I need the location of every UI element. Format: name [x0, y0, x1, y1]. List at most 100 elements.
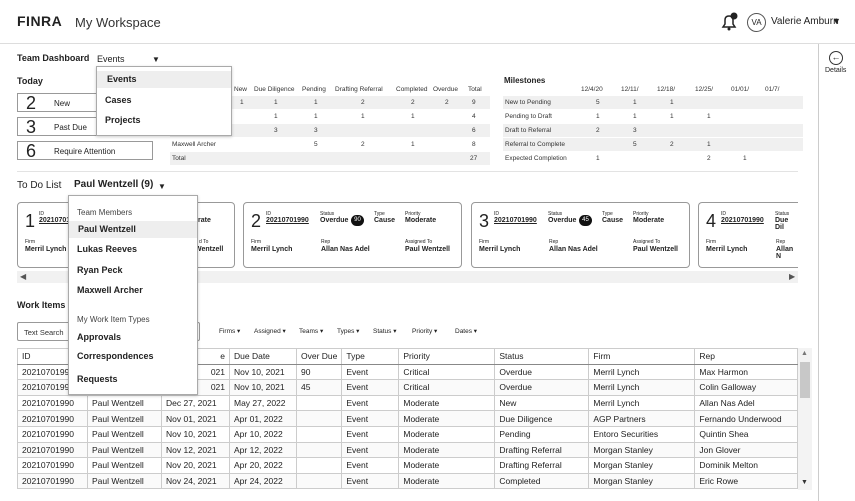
- chevron-down-icon[interactable]: ▼: [158, 182, 166, 191]
- divider: [17, 171, 798, 172]
- table-cell: [295, 410, 343, 427]
- card-priority: Moderate: [405, 217, 437, 224]
- table-cell: Apr 12, 2022: [229, 441, 297, 459]
- scroll-right-icon[interactable]: ▶: [789, 272, 795, 281]
- overdue-badge: 90: [351, 215, 364, 226]
- arrow-left-circle-icon[interactable]: ←: [829, 51, 843, 65]
- table-cell: Eric Rowe: [694, 472, 798, 490]
- cell: 2: [411, 99, 415, 106]
- col-header[interactable]: Over Due: [295, 348, 343, 365]
- table-cell: 20210701990: [17, 410, 88, 427]
- dashboard-type-menu: Events Cases Projects: [96, 66, 232, 136]
- filter-firms[interactable]: Firms ▾: [219, 327, 240, 335]
- user-name[interactable]: Valerie Amburn: [771, 16, 839, 27]
- chevron-down-icon[interactable]: ▼: [152, 55, 160, 64]
- filter-assigned[interactable]: Assigned ▾: [254, 327, 286, 335]
- table-row[interactable]: 20210701990 Paul Wentzell Nov 10, 2021 Apr …: [17, 425, 798, 443]
- table-row[interactable]: 20210701990 Paul Wentzell Nov 20, 2021 Apr …: [17, 457, 798, 474]
- milestone-label: Referral to Complete: [505, 141, 565, 148]
- table-cell: Paul Wentzell: [87, 410, 162, 427]
- menu-item-events[interactable]: Events: [97, 71, 231, 88]
- member-lukas-reeves[interactable]: Lukas Reeves: [77, 244, 137, 254]
- table-row[interactable]: 20210701990 Paul Wentzell Dec 27, 2021 May …: [17, 394, 798, 412]
- cell: 1: [314, 99, 318, 106]
- cell: 2: [707, 155, 711, 162]
- avatar[interactable]: VA: [747, 13, 766, 32]
- col-header: Completed: [396, 86, 428, 93]
- menu-item-cases[interactable]: Cases: [105, 95, 132, 105]
- col-header[interactable]: Status: [494, 348, 590, 365]
- chevron-down-icon[interactable]: ▼: [832, 16, 841, 26]
- cell: 9: [472, 99, 476, 106]
- dashboard-type-select[interactable]: Events: [97, 54, 125, 64]
- member-paul-wentzell[interactable]: Paul Wentzell: [69, 221, 197, 238]
- today-label: New: [54, 99, 71, 108]
- type-correspondences[interactable]: Correspondences: [77, 351, 154, 361]
- filter-dates[interactable]: Dates ▾: [455, 327, 477, 335]
- todo-card[interactable]: 2 ID 20210701990 Status Overdue 90 Type …: [243, 202, 462, 268]
- card-assigned: Wentzell: [195, 246, 224, 253]
- card-rep: Allan Nas Adel: [321, 246, 370, 253]
- brand-logo[interactable]: FINRA: [17, 13, 62, 29]
- scroll-down-icon[interactable]: ▼: [801, 479, 808, 486]
- table-scroll-thumb[interactable]: [800, 362, 810, 398]
- col-header[interactable]: Firm: [588, 348, 696, 365]
- col-header[interactable]: Due Date: [229, 348, 297, 365]
- table-row[interactable]: 20210701990 Paul Wentzell Nov 01, 2021 Apr …: [17, 410, 798, 427]
- col-header[interactable]: Priority: [398, 348, 496, 365]
- details-label[interactable]: Details: [825, 67, 846, 74]
- table-cell: Due Diligence: [494, 410, 590, 427]
- table-cell: Overdue: [494, 379, 590, 396]
- member-maxwell-archer[interactable]: Maxwell Archer: [77, 285, 143, 295]
- table-cell: Paul Wentzell: [87, 394, 162, 412]
- filter-priority[interactable]: Priority ▾: [412, 327, 437, 335]
- milestones-title: Milestones: [504, 76, 546, 85]
- col-header[interactable]: Type: [341, 348, 400, 365]
- table-cell: [295, 457, 343, 474]
- table-cell: Nov 24, 2021: [161, 472, 230, 490]
- table-row[interactable]: 20210701990 Paul Wentzell Nov 24, 2021 Apr …: [17, 472, 798, 490]
- table-cell: [295, 394, 343, 412]
- table-cell: Quintin Shea: [694, 425, 798, 443]
- members-header: Team Members: [77, 208, 133, 217]
- member-ryan-peck[interactable]: Ryan Peck: [77, 265, 123, 275]
- cell: 2: [670, 141, 674, 148]
- todo-card[interactable]: 4 ID 20210701990 Status Due Dil Firm Mer…: [698, 202, 798, 268]
- todo-member-select[interactable]: Paul Wentzell (9): [74, 179, 153, 190]
- col-header: New: [234, 86, 248, 93]
- table-cell: Moderate: [398, 410, 496, 427]
- table-row[interactable]: 20210701990 Paul Wentzell Nov 12, 2021 Apr …: [17, 441, 798, 459]
- card-label: Firm: [706, 239, 716, 245]
- cell: 1: [633, 113, 637, 120]
- menu-item-projects[interactable]: Projects: [105, 115, 141, 125]
- card-firm: Merril Lynch: [251, 246, 293, 253]
- scroll-up-icon[interactable]: ▲: [801, 350, 808, 357]
- filter-teams[interactable]: Teams ▾: [299, 327, 323, 335]
- card-id-link[interactable]: 20210701990: [494, 217, 537, 224]
- col-header[interactable]: Rep: [694, 348, 798, 365]
- type-requests[interactable]: Requests: [77, 374, 118, 384]
- card-priority: Moderate: [633, 217, 665, 224]
- cell: 1: [274, 99, 278, 106]
- todo-card[interactable]: 3 ID 20210701990 Status Overdue 45 Type …: [471, 202, 690, 268]
- cell: 1: [314, 113, 318, 120]
- filter-status[interactable]: Status ▾: [373, 327, 397, 335]
- table-cell: Colin Galloway: [694, 379, 798, 396]
- table-cell: Nov 10, 2021: [229, 363, 297, 381]
- type-approvals[interactable]: Approvals: [77, 332, 121, 342]
- milestone-label: New to Pending: [505, 99, 551, 106]
- todo-member-menu: Team Members Paul Wentzell Lukas Reeves …: [68, 195, 198, 395]
- today-count: 2: [26, 93, 37, 113]
- filter-types[interactable]: Types ▾: [337, 327, 359, 335]
- table-cell: Dominik Melton: [694, 457, 798, 474]
- today-item-require-attention[interactable]: 6 Require Attention: [17, 141, 153, 161]
- today-label: Require Attention: [54, 147, 116, 156]
- bell-icon[interactable]: [719, 12, 739, 32]
- card-label: Rep: [776, 239, 786, 245]
- card-firm: Merril Lynch: [25, 246, 67, 253]
- card-id-link[interactable]: 20210701990: [266, 217, 309, 224]
- scroll-left-icon[interactable]: ◀: [20, 272, 26, 281]
- card-id-link[interactable]: 20210701990: [721, 217, 764, 224]
- cell: 1: [670, 99, 674, 106]
- table-cell: [295, 441, 343, 459]
